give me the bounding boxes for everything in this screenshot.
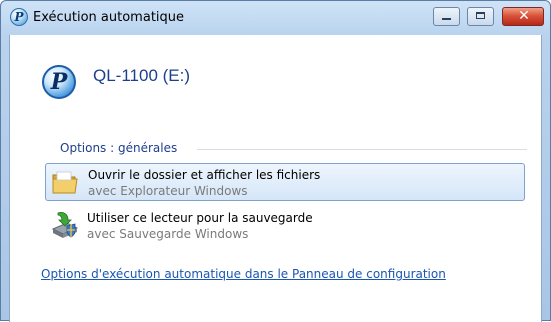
device-name: QL-1100 (E:) [93, 66, 191, 85]
minimize-icon [442, 18, 451, 20]
option-title: Ouvrir le dossier et afficher les fichie… [88, 168, 321, 182]
pen-logo-icon: P [42, 65, 76, 99]
title-bar[interactable]: P Exécution automatique ✕ [1, 1, 550, 35]
window-content: P QL-1100 (E:) Options : générales Ouvri… [9, 35, 542, 322]
option-subtitle: avec Explorateur Windows [88, 184, 248, 198]
control-panel-autoplay-link[interactable]: Options d'exécution automatique dans le … [41, 267, 446, 281]
close-button[interactable]: ✕ [502, 7, 544, 26]
option-title: Utiliser ce lecteur pour la sauvegarde [87, 211, 313, 225]
option-open-folder[interactable]: Ouvrir le dossier et afficher les fichie… [45, 163, 525, 201]
window-title: Exécution automatique [33, 10, 185, 25]
options-group-label: Options : générales [60, 141, 178, 155]
group-divider [197, 149, 527, 150]
option-subtitle: avec Sauvegarde Windows [87, 227, 249, 241]
maximize-icon [476, 12, 485, 19]
close-icon: ✕ [518, 8, 530, 24]
backup-icon [51, 212, 79, 238]
autoplay-window: P Exécution automatique ✕ P QL-1100 (E:)… [0, 0, 551, 322]
folder-icon [52, 171, 78, 194]
maximize-button[interactable] [467, 7, 494, 26]
option-backup[interactable]: Utiliser ce lecteur pour la sauvegarde a… [45, 207, 525, 245]
autoplay-pen-icon: P [10, 8, 28, 26]
minimize-button[interactable] [433, 7, 460, 26]
